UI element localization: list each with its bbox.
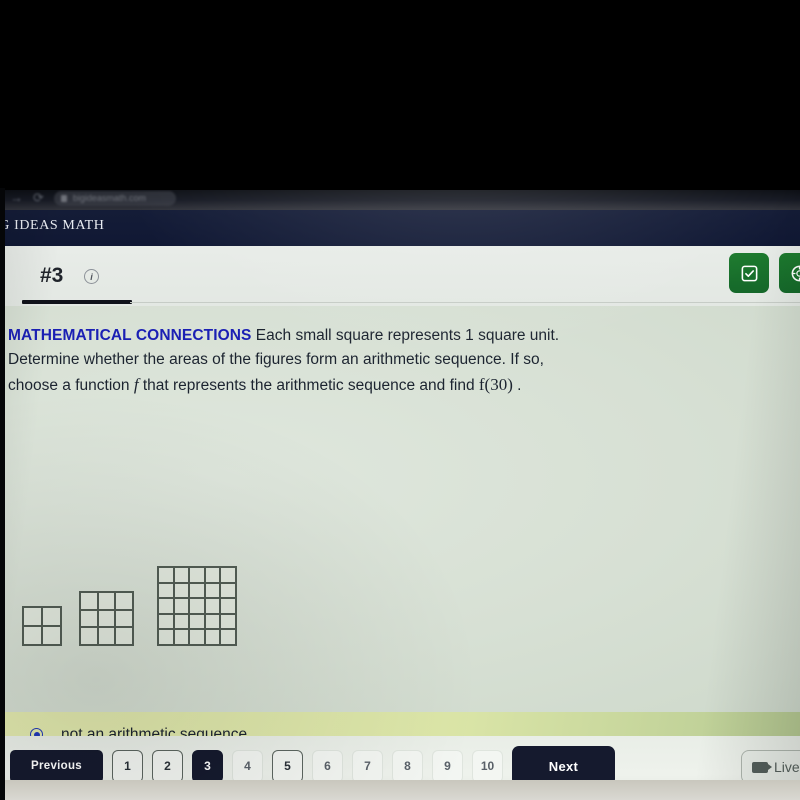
- info-icon[interactable]: i: [84, 269, 99, 284]
- figure-cell: [98, 610, 115, 627]
- figure-cell: [159, 614, 173, 629]
- toolbar-divider: [130, 302, 800, 303]
- figure-cell: [174, 630, 189, 644]
- figure-cell: [116, 628, 132, 644]
- figure-cell: [221, 583, 235, 598]
- figure-cell: [221, 630, 235, 644]
- reload-icon[interactable]: ⟳: [33, 189, 44, 207]
- figure-cell: [43, 627, 60, 644]
- question-text: MATHEMATICAL CONNECTIONS Each small squa…: [8, 324, 688, 399]
- question-line-1-rest: Each small square represents 1 square un…: [251, 327, 560, 344]
- figure-cell: [159, 630, 173, 644]
- browser-window: → ⟳ bigideasmath.com IG IDEAS MATH #3 i: [0, 188, 800, 800]
- figure-cell: [43, 608, 60, 625]
- question-toolbar: [0, 246, 800, 306]
- figure-cell: [190, 630, 204, 644]
- figure-cell: [159, 568, 173, 582]
- figure-cell: [159, 583, 173, 598]
- camera-icon: [752, 761, 772, 773]
- figure-cell: [174, 599, 189, 613]
- address-bar[interactable]: bigideasmath.com: [53, 190, 176, 206]
- photo-letterbox-top: [0, 0, 800, 190]
- figure-cell: [81, 593, 97, 609]
- question-lead: MATHEMATICAL CONNECTIONS: [8, 327, 252, 344]
- question-line-3a: choose a function: [8, 377, 134, 395]
- question-line-3c: .: [512, 377, 522, 395]
- question-line-3b: that represents the arithmetic sequence …: [138, 377, 479, 395]
- figure-cell: [24, 608, 41, 625]
- page-button-1[interactable]: 1: [112, 749, 143, 783]
- figure-cell: [190, 614, 204, 629]
- desk-surface: [0, 780, 800, 800]
- browser-toolbar: → ⟳ bigideasmath.com: [0, 188, 800, 210]
- lock-icon: [60, 194, 67, 202]
- help-button[interactable]: [779, 253, 800, 293]
- check-square-icon: [741, 265, 757, 281]
- page-button-5[interactable]: 5: [272, 749, 303, 783]
- figure-cell: [205, 583, 220, 598]
- figure-3: [157, 566, 237, 646]
- app-header: IG IDEAS MATH: [0, 210, 800, 246]
- page-button-8[interactable]: 8: [392, 749, 423, 783]
- tab-question-number[interactable]: #3: [40, 264, 63, 288]
- figure-cell: [174, 583, 189, 598]
- page-button-4[interactable]: 4: [232, 749, 263, 783]
- question-line-2: Determine whether the areas of the figur…: [8, 351, 544, 369]
- page-button-3[interactable]: 3: [192, 749, 223, 783]
- live-button[interactable]: Live: [741, 750, 800, 784]
- figure-cell: [98, 593, 115, 609]
- figure-cell: [98, 628, 115, 644]
- figure-cell: [221, 568, 235, 582]
- page-button-6[interactable]: 6: [312, 749, 343, 783]
- figure-cell: [174, 568, 189, 582]
- figure-1: [22, 606, 62, 646]
- figure-cell: [205, 568, 220, 582]
- figure-cell: [81, 628, 97, 644]
- page-button-7[interactable]: 7: [352, 749, 383, 783]
- figure-cell: [221, 599, 235, 613]
- app-brand-title: IG IDEAS MATH: [0, 218, 105, 233]
- figure-cell: [205, 599, 220, 613]
- figure-2: [79, 591, 134, 646]
- figure-cell: [159, 599, 173, 613]
- function-f-of-30: f(30): [478, 375, 513, 395]
- figure-cell: [116, 593, 132, 609]
- figure-cell: [221, 614, 235, 629]
- tab-active-underline: [22, 300, 132, 304]
- photo-letterbox-left: [0, 188, 5, 800]
- live-button-label: Live: [774, 759, 800, 775]
- photograph-of-screen: → ⟳ bigideasmath.com IG IDEAS MATH #3 i: [0, 0, 800, 800]
- figure-cell: [205, 614, 220, 629]
- page-button-9[interactable]: 9: [432, 749, 463, 783]
- page-button-10[interactable]: 10: [472, 749, 503, 783]
- figure-cell: [190, 583, 204, 598]
- figure-cell: [190, 568, 204, 582]
- figure-cell: [116, 610, 132, 627]
- forward-arrow-icon[interactable]: →: [10, 189, 23, 207]
- question-body: MATHEMATICAL CONNECTIONS Each small squa…: [0, 306, 800, 712]
- figure-cell: [190, 599, 204, 613]
- figure-cell: [205, 630, 220, 644]
- figure-cell: [24, 627, 41, 644]
- figure-group: [0, 536, 800, 646]
- checkbox-button[interactable]: [729, 253, 769, 293]
- previous-button[interactable]: Previous: [10, 749, 103, 783]
- globe-icon: [791, 265, 800, 281]
- figure-cell: [174, 614, 189, 629]
- page-button-2[interactable]: 2: [152, 749, 183, 783]
- figure-cell: [81, 610, 97, 627]
- address-bar-url: bigideasmath.com: [72, 193, 146, 203]
